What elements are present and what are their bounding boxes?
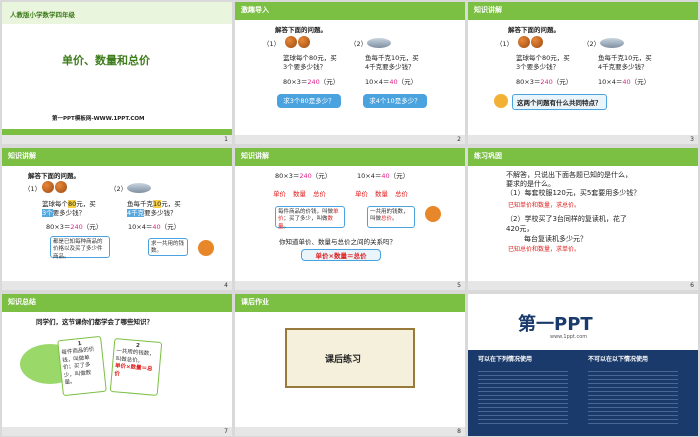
fish-icon <box>600 38 624 48</box>
definition-box-2: 一共用的钱数，叫做总价。 <box>367 206 415 228</box>
hint-bubble-2: 求4个10是多少？ <box>363 94 427 108</box>
problem-2-number: （2） <box>583 40 601 48</box>
slide-header: 课后作业 <box>241 298 269 306</box>
equation-2: 10×4＝40（元） <box>357 172 410 180</box>
text-block <box>478 368 568 424</box>
slide-number: 4 <box>224 282 228 289</box>
disallowed-heading: 不可以在以下情况使用 <box>588 356 649 363</box>
formula-box: 单价×数量＝总价 <box>301 249 381 261</box>
exercise-1: （1）每套校服120元，买5套要用多少钱？ <box>506 189 641 197</box>
slide-number: 6 <box>690 282 694 289</box>
problem-2-line-2: 4千克要多少钱？ <box>598 63 648 71</box>
basketball-icon <box>531 36 543 48</box>
slide-8[interactable]: 课后作业 课后练习 8 <box>235 294 465 436</box>
basketball-icon <box>285 36 297 48</box>
slide-header: 知识讲解 <box>8 152 36 160</box>
slide-header: 激趣导入 <box>241 6 269 14</box>
relation-question: 你知道单价、数量与总价之间的关系吗？ <box>279 238 396 246</box>
problem-1-number: （1） <box>24 185 42 193</box>
problem-1-line-2: 3个要多少钱？ <box>516 63 560 71</box>
equation-1: 80×3＝240（元） <box>516 78 573 86</box>
slide-header: 知识总结 <box>8 298 36 306</box>
exercise-2-line-1: （2）学校买了3台同样的复读机，花了 <box>506 215 627 223</box>
exercise-2-line-3: 每台复读机多少元？ <box>524 235 587 243</box>
label-unit-price-1: 单价 <box>273 190 286 198</box>
hint-bubble-1: 求3个80是多少？ <box>277 94 341 108</box>
definition-box-1: 每件商品的价钱，叫做单价；买了多少，叫做数量。 <box>275 206 345 230</box>
label-unit-price-2: 单价 <box>355 190 368 198</box>
fish-icon <box>367 38 391 48</box>
slide-number: 2 <box>457 136 461 143</box>
summary-card-1: 1 每件商品的价钱，叫做单价；买了多少，叫做数量。 <box>57 335 107 397</box>
equation-1: 80×3＝240（元） <box>46 223 103 231</box>
equation-1: 80×3＝240（元） <box>283 78 340 86</box>
slide-number: 7 <box>224 428 228 435</box>
mushroom-icon <box>425 206 441 222</box>
label-total-2: 总价 <box>395 190 408 198</box>
answer-1: 已知单价和数量，求总价。 <box>508 202 581 209</box>
intro-text: 解答下面的问题。 <box>28 172 80 180</box>
slide-header: 知识讲解 <box>241 152 269 160</box>
brand-text: 人教版小学数学四年级 <box>10 11 75 19</box>
slide-number: 8 <box>457 428 461 435</box>
slide-9[interactable]: 第一PPT www.1ppt.com 可以在下列情况使用 不可以在以下情况使用 <box>468 294 698 436</box>
problem-1-line-2: 3个要多少钱？ <box>42 209 86 217</box>
allowed-heading: 可以在下列情况使用 <box>478 356 533 363</box>
slide-3[interactable]: 知识讲解 解答下面的问题。 （1） 篮球每个80元，买 3个要多少钱？ （2） … <box>468 2 698 144</box>
summary-question: 同学们，这节课你们都学会了哪些知识？ <box>36 318 153 326</box>
answer-2: 已知总价和数量，求单价。 <box>508 246 581 253</box>
problem-2-number: （2） <box>110 185 128 193</box>
slide-6[interactable]: 练习巩固 不解答，只说出下面各题已知的是什么， 要求的是什么。 （1）每套校服1… <box>468 148 698 290</box>
problem-2-number: （2） <box>350 40 368 48</box>
question-box: 这两个问题有什么共同特点？ <box>512 94 607 110</box>
slide-header: 练习巩固 <box>474 152 502 160</box>
problem-2-line-2: 4千克要多少钱？ <box>127 209 177 217</box>
logo-text: 第一PPT <box>518 314 593 335</box>
slide-header: 知识讲解 <box>474 6 502 14</box>
logo-url: www.1ppt.com <box>550 334 588 340</box>
label-total-1: 总价 <box>313 190 326 198</box>
problem-1-line-2: 3个要多少钱？ <box>283 63 327 71</box>
slide-5[interactable]: 知识讲解 80×3＝240（元） 10×4＝40（元） 单价 数量 总价 单价 … <box>235 148 465 290</box>
basketball-icon <box>518 36 530 48</box>
basketball-icon <box>55 181 67 193</box>
equation-2: 10×4＝40（元） <box>128 223 181 231</box>
equation-2: 10×4＝40（元） <box>365 78 418 86</box>
problem-2-line-2: 4千克要多少钱？ <box>365 63 415 71</box>
intro-text: 解答下面的问题。 <box>508 26 560 34</box>
slide-sorter: 人教版小学数学四年级 单价、数量和总价 第一PPT模板网-WWW.1PPT.CO… <box>0 0 700 437</box>
mushroom-icon <box>198 240 214 256</box>
equation-1: 80×3＝240（元） <box>275 172 332 180</box>
label-quantity-1: 数量 <box>293 190 306 198</box>
mascot-icon <box>494 94 508 108</box>
equation-2: 10×4＝40（元） <box>598 78 651 86</box>
basketball-icon <box>42 181 54 193</box>
slide-7[interactable]: 知识总结 同学们，这节课你们都学会了哪些知识？ 1 每件商品的价钱，叫做单价；买了… <box>2 294 232 436</box>
slide-4[interactable]: 知识讲解 解答下面的问题。 （1） 篮球每个80元，买 3个要多少钱？ （2） … <box>2 148 232 290</box>
basketball-icon <box>298 36 310 48</box>
slide-title: 单价、数量和总价 <box>62 54 150 67</box>
homework-title: 课后练习 <box>325 355 362 365</box>
label-quantity-2: 数量 <box>375 190 388 198</box>
intro-text: 解答下面的问题。 <box>275 26 327 34</box>
summary-card-2: 2 一共用的钱数，叫做总价。 单价×数量＝总价 <box>109 338 163 396</box>
exercise-2-line-2: 420元， <box>506 225 534 233</box>
note-box-1: 都是已知每种商品的价格以及买了多少件商品。 <box>50 236 110 260</box>
problem-1-number: （1） <box>263 40 281 48</box>
note-box-2: 求一共用的钱数。 <box>148 238 188 256</box>
site-text: 第一PPT模板网-WWW.1PPT.COM <box>52 116 145 122</box>
problem-1-number: （1） <box>496 40 514 48</box>
slide-2[interactable]: 激趣导入 解答下面的问题。 （1） 篮球每个80元，买 3个要多少钱？ （2） … <box>235 2 465 144</box>
fish-icon <box>127 183 151 193</box>
slide-number: 1 <box>224 136 228 143</box>
text-block <box>588 368 678 424</box>
slide-1[interactable]: 人教版小学数学四年级 单价、数量和总价 第一PPT模板网-WWW.1PPT.CO… <box>2 2 232 144</box>
slide-number: 3 <box>690 136 694 143</box>
slide-number: 5 <box>457 282 461 289</box>
